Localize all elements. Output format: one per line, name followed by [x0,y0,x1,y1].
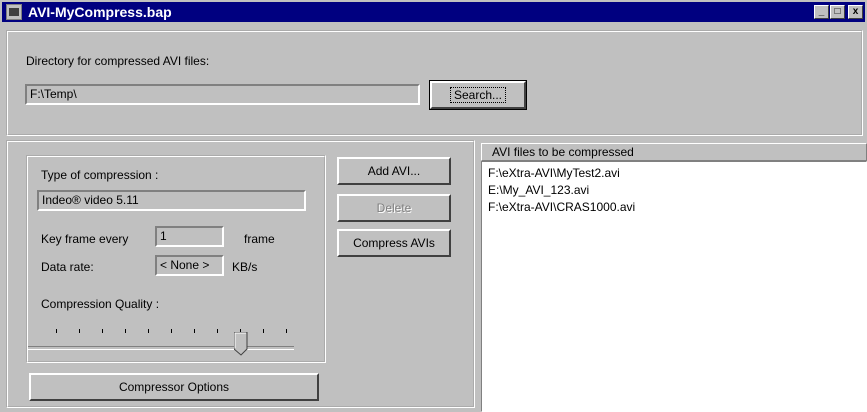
slider-track[interactable] [28,346,294,350]
file-list-header[interactable]: AVI files to be compressed [481,143,867,161]
list-item[interactable]: E:\My_AVI_123.avi [488,183,589,198]
slider-tick [148,329,149,333]
slider-tick [194,329,195,333]
slider-tick [217,329,218,333]
search-button[interactable]: Search... [429,80,527,110]
slider-tick [56,329,57,333]
compression-type-field[interactable]: Indeo® video 5.11 [37,190,306,211]
maximize-button[interactable]: □ [830,5,845,19]
slider-tick [286,329,287,333]
add-avi-button[interactable]: Add AVI... [337,157,451,185]
datarate-label: Data rate: [41,260,94,274]
window-title: AVI-MyCompress.bap [28,4,172,20]
search-button-label: Search... [449,87,507,103]
datarate-unit: KB/s [232,260,258,274]
slider-tick [79,329,80,333]
directory-label: Directory for compressed AVI files: [26,54,210,68]
datarate-field[interactable]: < None > [155,255,224,276]
compress-avis-button[interactable]: Compress AVIs [337,229,451,257]
delete-button[interactable]: Delete [337,194,451,222]
slider-tick [263,329,264,333]
compression-type-label: Type of compression : [41,168,159,182]
slider-thumb[interactable] [234,332,248,356]
list-item[interactable]: F:\eXtra-AVI\CRAS1000.avi [488,200,635,215]
list-item[interactable]: F:\eXtra-AVI\MyTest2.avi [488,166,620,181]
title-bar[interactable]: AVI-MyCompress.bap _ □ x [2,2,865,22]
minimize-button[interactable]: _ [814,5,829,19]
slider-tick [125,329,126,333]
slider-tick [102,329,103,333]
keyframe-label: Key frame every [41,232,129,246]
keyframe-field[interactable]: 1 [155,226,224,247]
compressor-options-button[interactable]: Compressor Options [29,373,319,401]
app-window: AVI-MyCompress.bap _ □ x Directory for c… [0,0,867,412]
keyframe-unit: frame [244,232,275,246]
slider-tick [171,329,172,333]
app-icon[interactable] [6,4,22,20]
file-list[interactable]: F:\eXtra-AVI\MyTest2.avi E:\My_AVI_123.a… [481,161,867,412]
quality-label: Compression Quality : [41,297,160,311]
close-button[interactable]: x [848,5,863,19]
directory-field[interactable]: F:\Temp\ [25,84,420,105]
